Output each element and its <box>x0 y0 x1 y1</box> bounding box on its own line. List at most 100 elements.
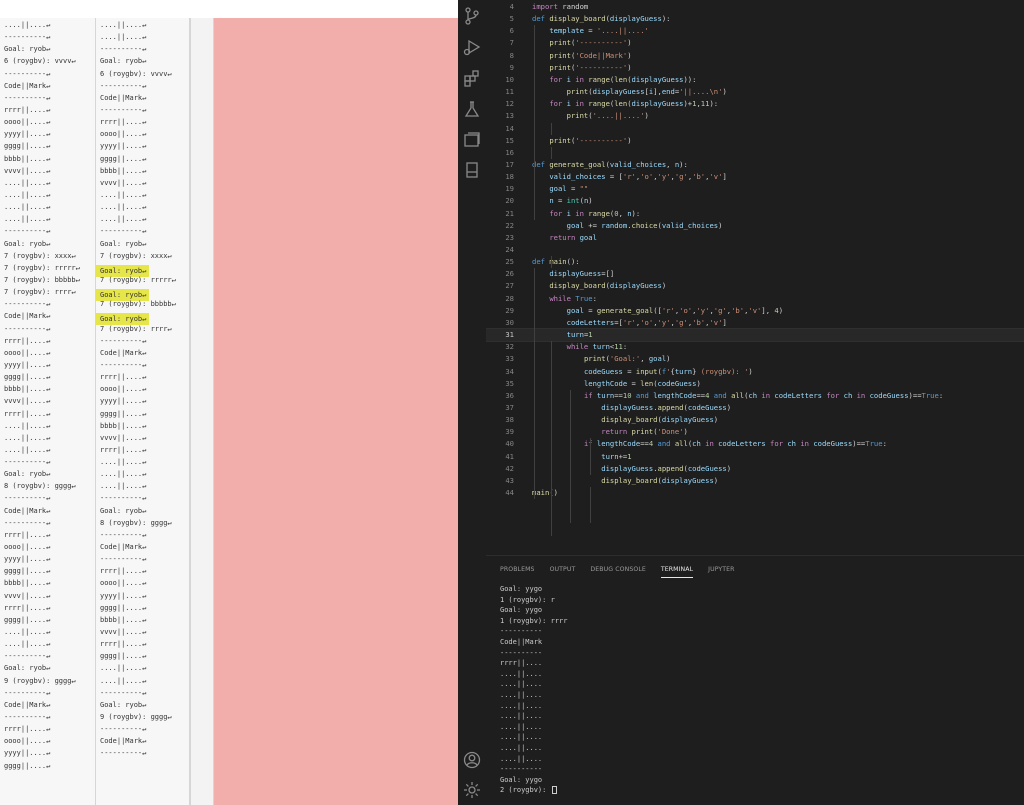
document-line: ....||....↵ <box>4 445 51 454</box>
code-line[interactable]: 37 displayGuess.append(codeGuess) <box>486 402 1024 414</box>
account-icon[interactable] <box>462 750 482 770</box>
source-control-icon[interactable] <box>462 6 482 26</box>
code-line[interactable]: 13 print('....||....') <box>486 110 1024 122</box>
code-line[interactable]: 7 print('----------') <box>486 37 1024 49</box>
tab-output[interactable]: OUTPUT <box>550 564 576 578</box>
code-line[interactable]: 39 return print('Done') <box>486 426 1024 438</box>
document-line: oooo||....↵ <box>4 737 51 746</box>
code-token: codeGuess <box>657 378 697 388</box>
code-line[interactable]: 31 turn=1 <box>486 328 1024 343</box>
code-line[interactable]: 22 goal += random.choice(valid_choices) <box>486 220 1024 232</box>
notebook-icon[interactable] <box>462 160 482 180</box>
document-line: oooo||....↵ <box>4 348 51 357</box>
code-line[interactable]: 10 for i in range(len(displayGuess)): <box>486 74 1024 86</box>
code-line[interactable]: 44 main() <box>486 487 1024 499</box>
terminal-line: ....||.... <box>500 679 1020 690</box>
code-token: True <box>865 439 883 449</box>
code-token: ) <box>726 463 732 473</box>
code-text: goal = generate_goal(['r','o','y','g','b… <box>532 305 783 317</box>
code-line[interactable]: 41 turn+=1 <box>486 451 1024 463</box>
code-line[interactable]: 15 print('----------') <box>486 135 1024 147</box>
code-line[interactable]: 6 template = '....||....' <box>486 25 1024 37</box>
code-token: (roygbv): ' <box>696 366 749 376</box>
document-line: rrrr||....↵ <box>4 336 51 345</box>
document-line: ....||....↵ <box>100 215 147 224</box>
tab-problems[interactable]: PROBLEMS <box>500 564 535 578</box>
document-line: bbbb||....↵ <box>4 579 51 588</box>
code-line[interactable]: 33 print('Goal:', goal) <box>486 353 1024 365</box>
settings-gear-icon[interactable] <box>462 780 482 800</box>
code-line[interactable]: 9 print('----------') <box>486 62 1024 74</box>
code-line[interactable]: 14 <box>486 123 1024 135</box>
line-number: 41 <box>505 451 514 461</box>
code-token: generate_goal <box>596 305 654 315</box>
code-token: while <box>566 342 589 352</box>
code-token: ) <box>588 196 593 206</box>
line-number: 24 <box>505 245 514 254</box>
testing-icon[interactable] <box>462 99 482 119</box>
code-line[interactable]: 8 print('Code||Mark') <box>486 50 1024 62</box>
terminal-output[interactable]: Goal: yygo 1 (roygbv): r Goal: yygo 1 (royg… <box>500 584 1020 796</box>
document-line: vvvv||....↵ <box>100 433 147 442</box>
document-line: Code||Mark↵ <box>4 312 51 321</box>
code-token: displayGuess <box>661 475 714 485</box>
code-line[interactable]: 42 displayGuess.append(codeGuess) <box>486 463 1024 475</box>
line-number: 36 <box>505 390 514 400</box>
code-line[interactable]: 36 if turn==10 and lengthCode==4 and all… <box>486 390 1024 402</box>
tab-debug-console[interactable]: DEBUG CONSOLE <box>590 564 645 578</box>
code-text: for i in range(0, n): <box>532 208 640 220</box>
code-token: =[] <box>601 269 615 279</box>
extensions-icon[interactable] <box>462 68 482 88</box>
terminal-line-text: ....||.... <box>500 743 543 752</box>
code-line[interactable]: 38 display_board(displayGuess) <box>486 414 1024 426</box>
code-line[interactable]: 34 codeGuess = input(f'{turn} (roygbv): … <box>486 366 1024 378</box>
document-line: ....||....↵ <box>100 33 147 42</box>
code-line[interactable]: 32 while turn<11: <box>486 341 1024 353</box>
document-line: 8 (roygbv): gggg↵ <box>100 518 172 527</box>
code-line[interactable]: 35 lengthCode = len(codeGuess) <box>486 378 1024 390</box>
code-line[interactable]: 12 for i in range(len(displayGuess)+1,11… <box>486 98 1024 110</box>
code-line[interactable]: 21 for i in range(0, n): <box>486 208 1024 220</box>
document-line: ....||....↵ <box>4 190 51 199</box>
code-text: print('----------') <box>532 37 631 49</box>
code-line[interactable]: 29 goal = generate_goal(['r','o','y','g'… <box>486 305 1024 317</box>
code-token: codeGuess <box>687 402 727 412</box>
run-debug-icon[interactable] <box>462 37 482 57</box>
code-line[interactable]: 20 n = int(n) <box>486 195 1024 207</box>
code-line[interactable]: 18 valid_choices = ['r','o','y','g','b',… <box>486 171 1024 183</box>
code-line[interactable]: 28 while True: <box>486 293 1024 305</box>
code-line[interactable]: 30 codeLetters=['r','o','y','g','b','v'] <box>486 317 1024 329</box>
code-line[interactable]: 23 return goal <box>486 232 1024 244</box>
code-line[interactable]: 40 if lengthCode==4 and all(ch in codeLe… <box>486 438 1024 450</box>
code-line[interactable]: 24 <box>486 244 1024 256</box>
code-line[interactable]: 11 print(displayGuess[i],end='||....\n') <box>486 86 1024 98</box>
code-line[interactable]: 4 import random <box>486 1 1024 13</box>
document-line: 7 (roygbv): bbbbb↵ <box>4 275 80 284</box>
document-line: ----------↵ <box>100 749 147 758</box>
code-line[interactable]: 16 <box>486 147 1024 159</box>
code-token: ): <box>631 208 641 218</box>
code-editor[interactable]: 4 import random 5 def display_board(display… <box>486 0 1024 555</box>
tab-jupyter[interactable]: JUPYTER <box>708 564 734 578</box>
code-line[interactable]: 27 display_board(displayGuess) <box>486 280 1024 292</box>
code-token: += <box>618 451 628 461</box>
remote-explorer-icon[interactable] <box>462 130 482 150</box>
code-token: print <box>566 87 589 97</box>
document-line: rrrr||....↵ <box>4 409 51 418</box>
code-line[interactable]: 43 display_board(displayGuess) <box>486 475 1024 487</box>
code-token: = <box>566 184 580 194</box>
code-token: valid_choices <box>549 172 606 182</box>
code-line[interactable]: 17 def generate_goal(valid_choices, n): <box>486 159 1024 171</box>
code-line[interactable]: 19 goal = "" <box>486 183 1024 195</box>
code-text: lengthCode = len(codeGuess) <box>532 378 701 390</box>
code-line[interactable]: 5 def display_board(displayGuess): <box>486 13 1024 25</box>
code-token: ) <box>627 135 632 145</box>
code-line[interactable]: 25 def main(): <box>486 256 1024 268</box>
code-line[interactable]: 26 displayGuess=[] <box>486 268 1024 280</box>
tab-terminal[interactable]: TERMINAL <box>660 564 694 578</box>
document-line: 7 (roygbv): bbbbb↵ <box>100 300 176 309</box>
terminal-cursor[interactable] <box>551 786 557 795</box>
line-number: 35 <box>505 378 514 388</box>
